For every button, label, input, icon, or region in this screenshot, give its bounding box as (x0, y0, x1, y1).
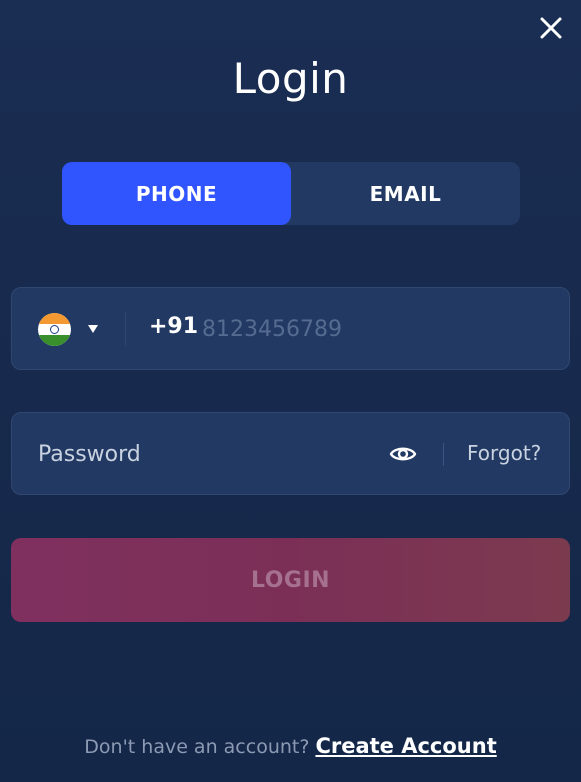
login-modal: Login PHONE EMAIL +91 Forgot? LOGIN (0, 0, 581, 782)
login-button[interactable]: LOGIN (11, 538, 570, 622)
phone-input[interactable] (202, 309, 532, 349)
eye-icon[interactable] (389, 442, 417, 466)
footer: Don't have an account? Create Account (0, 734, 581, 758)
signup-prompt: Don't have an account? (84, 736, 310, 758)
page-title: Login (232, 54, 349, 103)
close-icon[interactable] (537, 14, 565, 42)
password-field: Forgot? (11, 412, 570, 495)
password-input[interactable] (38, 434, 368, 474)
login-method-tabs: PHONE EMAIL (62, 162, 520, 225)
tab-email[interactable]: EMAIL (291, 162, 520, 225)
create-account-link[interactable]: Create Account (315, 734, 496, 758)
india-flag-icon (38, 312, 71, 346)
divider (443, 443, 444, 466)
country-code-select[interactable] (38, 312, 98, 346)
dial-code: +91 (149, 314, 199, 339)
phone-field: +91 (11, 287, 570, 370)
tab-phone[interactable]: PHONE (62, 162, 291, 225)
divider (125, 312, 126, 346)
chevron-down-icon (88, 325, 98, 333)
forgot-password-link[interactable]: Forgot? (467, 441, 541, 465)
